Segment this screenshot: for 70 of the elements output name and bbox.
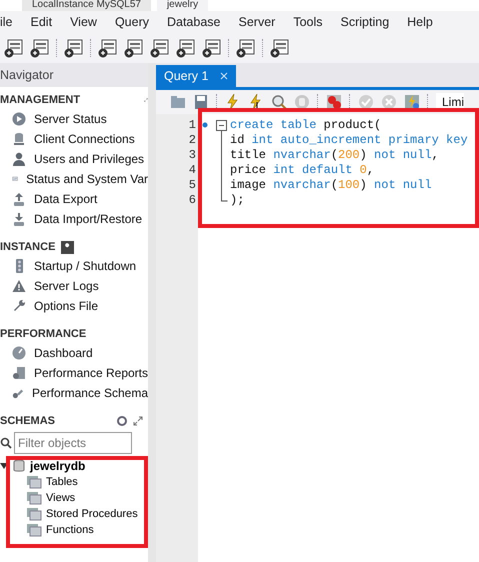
line-number: 5 <box>188 178 196 193</box>
cancel-icon[interactable] <box>381 94 397 110</box>
folder-icon <box>26 507 42 521</box>
refresh-icon[interactable] <box>117 416 128 426</box>
filter-field[interactable]: Filter objects <box>14 432 132 454</box>
menu-item[interactable]: Tools <box>284 15 332 29</box>
menu-item[interactable]: ile <box>0 15 22 29</box>
save-icon[interactable] <box>193 94 209 110</box>
menu-item[interactable]: Scripting <box>332 15 398 29</box>
navigator-item[interactable]: Options File <box>34 299 98 313</box>
code-line: price int default 0, <box>230 163 376 178</box>
magnifier-icon[interactable] <box>271 94 287 110</box>
code-line: create table product( <box>230 118 382 133</box>
gauge-icon <box>12 346 26 360</box>
report-icon <box>12 366 26 380</box>
line-number: 4 <box>188 163 196 178</box>
stop-hand-icon[interactable] <box>294 94 310 110</box>
panel-title: Navigator <box>0 68 54 82</box>
line-number: 3 <box>188 148 196 163</box>
tree-item[interactable]: Tables <box>46 476 78 488</box>
check-icon[interactable] <box>358 94 374 110</box>
navigator-item[interactable]: Dashboard <box>34 346 93 360</box>
menu-item[interactable]: Server <box>230 15 284 29</box>
autocommit-icon[interactable] <box>404 94 420 110</box>
expand-icon[interactable] <box>144 95 148 105</box>
navigator-item[interactable]: Status and System Var <box>26 172 148 186</box>
close-icon <box>220 72 228 80</box>
navigator-item[interactable]: Performance Schema <box>32 386 148 400</box>
upload-icon <box>12 192 26 206</box>
folder-icon <box>26 491 42 505</box>
code-line: ); <box>230 193 246 208</box>
section-heading: SCHEMAS <box>0 415 56 427</box>
section-heading: PERFORMANCE <box>0 328 86 340</box>
line-number: 6 <box>188 193 196 208</box>
user-icon <box>12 152 26 166</box>
code-line: title nvarchar(200) not null, <box>230 148 440 163</box>
line-number: 2 <box>188 133 196 148</box>
line-number: 1 <box>188 118 196 133</box>
menu-item[interactable]: View <box>61 15 106 29</box>
play-icon <box>12 112 26 126</box>
folder-icon <box>26 475 42 489</box>
download-icon <box>12 212 26 226</box>
section-heading: INSTANCE <box>0 241 56 253</box>
menu-item[interactable]: Help <box>398 15 442 29</box>
code-line: id int auto_increment primary key <box>230 133 468 148</box>
tree-item[interactable]: Stored Procedures <box>46 508 138 520</box>
navigator-item[interactable]: Startup / Shutdown <box>34 259 136 273</box>
query-tab[interactable]: Query 1 <box>156 65 236 87</box>
navigator-item[interactable]: Users and Privileges <box>34 152 144 166</box>
navigator-item[interactable]: Server Status <box>34 112 107 126</box>
code-line: image nvarchar(100) not null <box>230 178 433 193</box>
menu-item[interactable]: Edit <box>22 15 62 29</box>
navigator-item[interactable]: Data Export <box>34 192 98 206</box>
menu-item[interactable]: Query <box>106 15 158 29</box>
navigator-item[interactable]: Server Logs <box>34 279 99 293</box>
expand-icon[interactable] <box>133 416 144 426</box>
section-heading: MANAGEMENT <box>0 94 80 106</box>
navigator-item[interactable]: Client Connections <box>34 132 135 146</box>
menu-item[interactable]: Database <box>158 15 230 29</box>
expanded-arrow-icon[interactable] <box>0 462 8 470</box>
tree-item[interactable]: Functions <box>46 524 94 536</box>
window-tab[interactable]: jewelry <box>156 0 208 11</box>
schema-name[interactable]: jewelrydb <box>30 459 86 473</box>
navigator-item[interactable]: Data Import/Restore <box>34 212 142 226</box>
error-toggle-icon[interactable] <box>326 94 342 110</box>
warning-icon <box>12 279 26 293</box>
folder-icon <box>26 523 42 537</box>
tree-item[interactable]: Views <box>46 492 76 504</box>
window-tab[interactable]: LocalInstance MySQL57 <box>22 0 151 11</box>
navigator-item[interactable]: Performance Reports <box>34 366 148 380</box>
